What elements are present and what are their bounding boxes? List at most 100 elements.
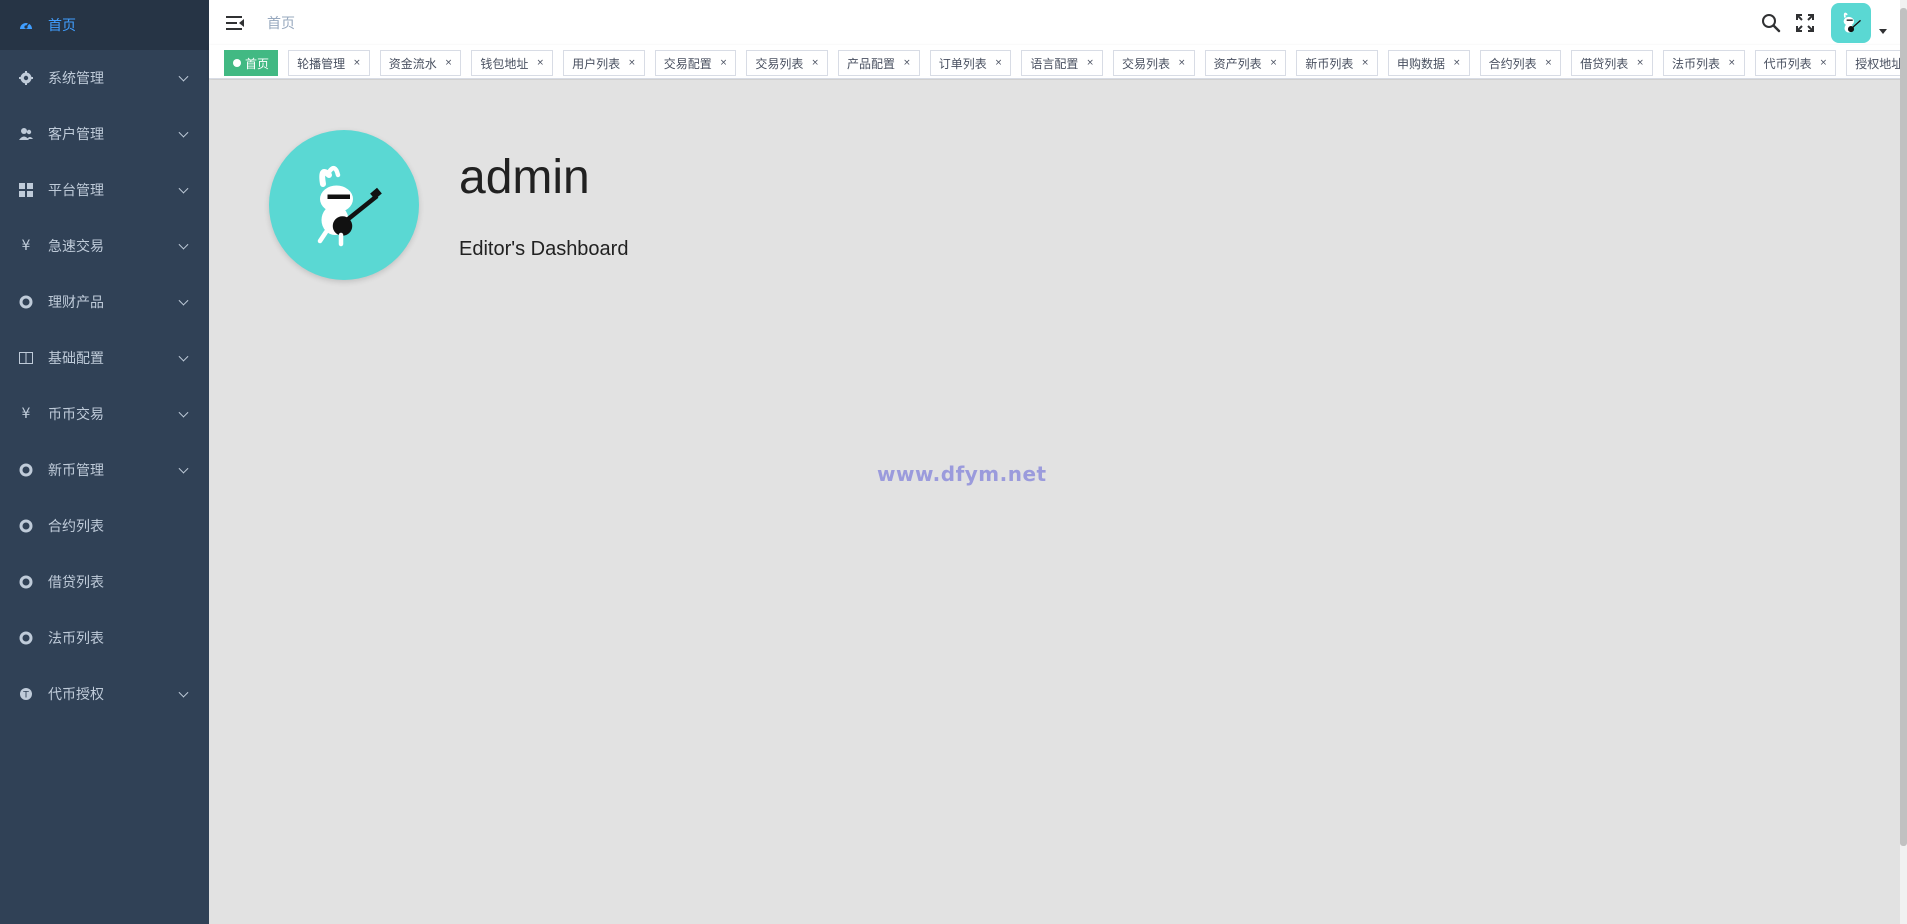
- sidebar-item-quick-trade[interactable]: ¥ 急速交易: [0, 218, 209, 274]
- chevron-down-icon[interactable]: [1879, 29, 1887, 34]
- tag-label: 借贷列表: [1580, 56, 1629, 71]
- close-icon[interactable]: ×: [720, 58, 728, 68]
- sidebar-item-system[interactable]: 系统管理: [0, 50, 209, 106]
- tag-label: 交易配置: [663, 56, 712, 71]
- close-icon[interactable]: ×: [1178, 58, 1186, 68]
- chevron-down-icon: [178, 71, 189, 82]
- tag-home[interactable]: 首页: [224, 50, 279, 76]
- users-icon: [18, 126, 34, 142]
- sidebar-item-label: 合约列表: [48, 519, 104, 535]
- sidebar-item-contracts[interactable]: 合约列表: [0, 498, 209, 554]
- book-icon: [18, 350, 34, 366]
- yen-icon: ¥: [21, 238, 31, 254]
- lifebuoy-icon: [18, 462, 34, 478]
- tag-label: 用户列表: [572, 56, 621, 71]
- tag-label: 交易列表: [1122, 56, 1171, 71]
- close-icon[interactable]: ×: [1728, 58, 1736, 68]
- tag-item[interactable]: 交易列表 ×: [746, 50, 828, 76]
- profile-role: Editor's Dashboard: [459, 238, 629, 260]
- sidebar-item-label: 基础配置: [48, 351, 104, 367]
- sidebar-item-label: 急速交易: [48, 239, 104, 255]
- sidebar-item-label: 借贷列表: [48, 575, 104, 591]
- tag-item[interactable]: 钱包地址 ×: [471, 50, 553, 76]
- tag-item[interactable]: 语言配置 ×: [1021, 50, 1103, 76]
- tag-label: 新币列表: [1305, 56, 1354, 71]
- tag-item[interactable]: 轮播管理 ×: [288, 50, 370, 76]
- tag-item[interactable]: 代币列表 ×: [1754, 50, 1837, 76]
- scrollbar-thumb[interactable]: [1900, 8, 1907, 846]
- sidebar-item-customers[interactable]: 客户管理: [0, 106, 209, 162]
- chevron-down-icon: [178, 295, 189, 306]
- gear-icon: [18, 70, 34, 86]
- lifebuoy-icon: [18, 294, 34, 310]
- tag-item[interactable]: 产品配置 ×: [838, 50, 920, 76]
- tag-item[interactable]: 交易列表 ×: [1113, 50, 1195, 76]
- tag-item[interactable]: 交易配置 ×: [654, 50, 737, 76]
- close-icon[interactable]: ×: [1270, 58, 1278, 68]
- navbar-right-menu: [1748, 0, 1887, 45]
- chevron-down-icon: [178, 183, 189, 194]
- chevron-down-icon: [178, 239, 189, 250]
- sidebar-item-label: 平台管理: [48, 183, 104, 199]
- user-avatar[interactable]: [1831, 2, 1871, 43]
- close-icon[interactable]: ×: [1820, 58, 1828, 68]
- sidebar-item-basic-config[interactable]: 基础配置: [0, 330, 209, 386]
- close-icon[interactable]: ×: [1453, 58, 1461, 68]
- hamburger-toggle-icon[interactable]: [226, 15, 244, 31]
- chevron-down-icon: [178, 351, 189, 362]
- fullscreen-icon[interactable]: [1794, 12, 1816, 34]
- sidebar-item-new-coin[interactable]: 新币管理: [0, 442, 209, 498]
- sidebar-item-label: 理财产品: [48, 295, 104, 311]
- sidebar-item-label: 代币授权: [48, 687, 104, 703]
- yen-icon: ¥: [21, 406, 31, 422]
- profile-avatar: [269, 130, 419, 280]
- close-icon[interactable]: ×: [628, 58, 636, 68]
- tag-item[interactable]: 资产列表 ×: [1204, 50, 1287, 76]
- sidebar-item-label: 首页: [48, 18, 76, 34]
- sidebar-item-token-auth[interactable]: T 代币授权: [0, 666, 209, 722]
- tag-item[interactable]: 合约列表 ×: [1479, 50, 1562, 76]
- tag-item[interactable]: 申购数据 ×: [1387, 50, 1470, 76]
- tag-item[interactable]: 借贷列表 ×: [1571, 50, 1653, 76]
- sidebar-item-home[interactable]: 首页: [0, 0, 209, 50]
- close-icon[interactable]: ×: [995, 58, 1003, 68]
- navbar: 首页: [209, 0, 1907, 45]
- tags-view: 首页 轮播管理 × 资金流水 × 钱包地址 × 用户列表 × 交易配置 × 交易列表 × 产…: [209, 45, 1907, 79]
- tag-item[interactable]: 订单列表 ×: [929, 50, 1012, 76]
- close-icon[interactable]: ×: [811, 58, 819, 68]
- chevron-down-icon: [178, 407, 189, 418]
- tag-label: 语言配置: [1030, 56, 1079, 71]
- sidebar-item-platform[interactable]: 平台管理: [0, 162, 209, 218]
- close-icon[interactable]: ×: [903, 58, 911, 68]
- lifebuoy-icon: [18, 630, 34, 646]
- chevron-down-icon: [178, 463, 189, 474]
- sidebar-item-coin-trade[interactable]: ¥ 币币交易: [0, 386, 209, 442]
- tag-item[interactable]: 授权地址×: [1846, 50, 1907, 76]
- close-icon[interactable]: ×: [1545, 58, 1553, 68]
- tag-label: 轮播管理: [297, 56, 346, 71]
- svg-text:T: T: [22, 691, 29, 701]
- close-icon[interactable]: ×: [1636, 58, 1644, 68]
- search-icon[interactable]: [1760, 12, 1782, 34]
- tag-item[interactable]: 新币列表 ×: [1296, 50, 1378, 76]
- sidebar-item-fiat[interactable]: 法币列表: [0, 610, 209, 666]
- tag-item[interactable]: 法币列表 ×: [1662, 50, 1745, 76]
- chevron-down-icon: [178, 687, 189, 698]
- close-icon[interactable]: ×: [445, 58, 453, 68]
- sidebar-item-loans[interactable]: 借贷列表: [0, 554, 209, 610]
- sidebar-item-label: 法币列表: [48, 631, 104, 647]
- tag-label: 合约列表: [1488, 56, 1537, 71]
- close-icon[interactable]: ×: [1086, 58, 1094, 68]
- close-icon[interactable]: ×: [353, 58, 361, 68]
- sidebar-item-finance-products[interactable]: 理财产品: [0, 274, 209, 330]
- close-icon[interactable]: ×: [536, 58, 544, 68]
- scrollbar[interactable]: [1900, 0, 1907, 924]
- tag-item[interactable]: 用户列表 ×: [563, 50, 645, 76]
- tag-label: 订单列表: [938, 56, 987, 71]
- tag-label: 首页: [245, 56, 270, 71]
- close-icon[interactable]: ×: [1361, 58, 1369, 68]
- tag-item[interactable]: 资金流水 ×: [379, 50, 462, 76]
- grid-icon: [18, 182, 34, 198]
- chevron-down-icon: [178, 127, 189, 138]
- tag-label: 钱包地址: [480, 56, 529, 71]
